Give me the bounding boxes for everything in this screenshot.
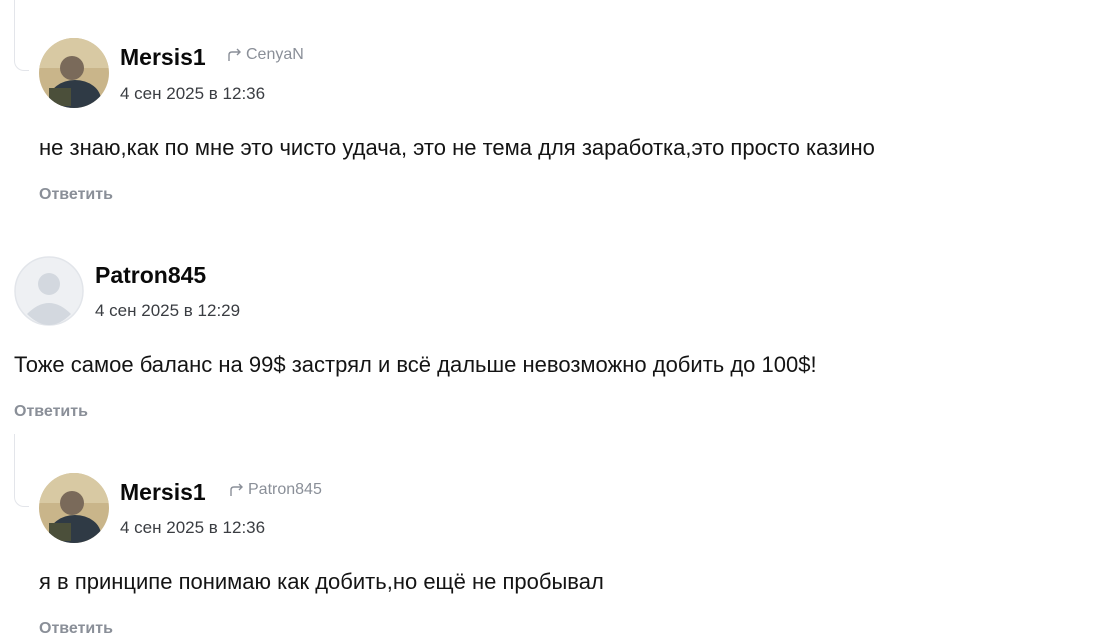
reply-arrow-icon: [230, 483, 243, 496]
user-photo-icon: [39, 473, 109, 543]
reply-to-link[interactable]: Patron845: [229, 481, 322, 499]
comment-date[interactable]: 4 сен 2025 в 12:36: [120, 84, 265, 104]
thread-connector: [14, 0, 29, 71]
comment-author[interactable]: Mersis1: [120, 44, 206, 71]
comment-text: я в принципе понимаю как добить,но ещё н…: [39, 569, 604, 594]
comment-date[interactable]: 4 сен 2025 в 12:36: [120, 518, 265, 538]
reply-button[interactable]: Ответить: [14, 403, 88, 421]
thread-connector: [14, 434, 29, 507]
reply-button[interactable]: Ответить: [39, 620, 113, 638]
avatar[interactable]: [39, 473, 109, 543]
comment-author[interactable]: Mersis1: [120, 479, 206, 506]
user-photo-icon: [39, 38, 109, 108]
comment-text: не знаю,как по мне это чисто удача, это …: [39, 135, 875, 160]
reply-button[interactable]: Ответить: [39, 186, 113, 204]
reply-to-name: Patron845: [248, 481, 322, 498]
avatar[interactable]: [14, 256, 84, 326]
default-user-icon: [14, 256, 84, 326]
avatar[interactable]: [39, 38, 109, 108]
comment-text: Тоже самое баланс на 99$ застрял и всё д…: [14, 352, 817, 377]
comment-date[interactable]: 4 сен 2025 в 12:29: [95, 301, 240, 321]
reply-to-name: CenyaN: [246, 46, 304, 63]
comment-author[interactable]: Patron845: [95, 262, 206, 289]
reply-arrow-icon: [228, 48, 241, 61]
reply-to-link[interactable]: CenyaN: [227, 46, 304, 64]
